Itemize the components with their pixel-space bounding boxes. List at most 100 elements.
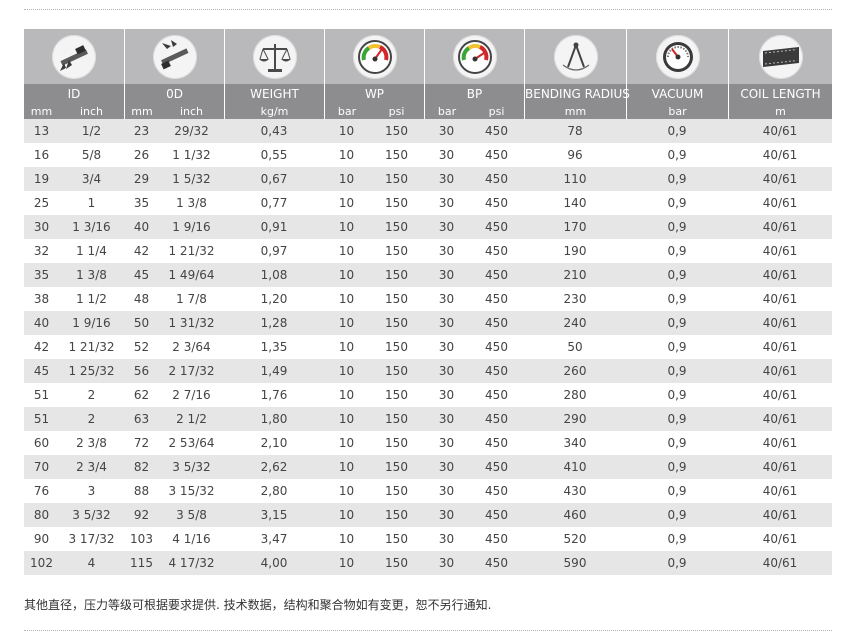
cell-id-mm: 32 <box>24 239 59 263</box>
cell-id-mm: 80 <box>24 503 59 527</box>
cell-bending-radius: 460 <box>524 503 626 527</box>
cell-vacuum: 0,9 <box>626 191 728 215</box>
cell-bending-radius: 290 <box>524 407 626 431</box>
cell-wp-bar: 10 <box>324 359 369 383</box>
cell-bending-radius: 210 <box>524 263 626 287</box>
icon-cell-od <box>124 29 224 84</box>
cell-id-inch: 1/2 <box>59 119 124 143</box>
cell-wp-psi: 150 <box>369 119 424 143</box>
cell-od-inch: 1 9/16 <box>159 215 224 239</box>
cell-wp-bar: 10 <box>324 431 369 455</box>
cell-wp-psi: 150 <box>369 239 424 263</box>
cell-wp-psi: 150 <box>369 191 424 215</box>
cell-od-mm: 48 <box>124 287 159 311</box>
table-row: 70 2 3/4 82 3 5/32 2,62 10 150 30 450 410 0,9 40/61 <box>24 455 832 479</box>
cell-vacuum: 0,9 <box>626 335 728 359</box>
cell-od-inch: 1 31/32 <box>159 311 224 335</box>
cell-wp-bar: 10 <box>324 311 369 335</box>
cell-id-inch: 3 5/32 <box>59 503 124 527</box>
cell-wp-psi: 150 <box>369 311 424 335</box>
cell-bending-radius: 140 <box>524 191 626 215</box>
cell-od-inch: 2 1/2 <box>159 407 224 431</box>
cell-od-inch: 1 49/64 <box>159 263 224 287</box>
cell-wp-bar: 10 <box>324 215 369 239</box>
cell-od-inch: 2 53/64 <box>159 431 224 455</box>
cell-od-mm: 45 <box>124 263 159 287</box>
table-row: 60 2 3/8 72 2 53/64 2,10 10 150 30 450 340 0,9 40/6… <box>24 431 832 455</box>
cell-bp-bar: 30 <box>424 359 469 383</box>
cell-vacuum: 0,9 <box>626 383 728 407</box>
cell-wp-bar: 10 <box>324 143 369 167</box>
cell-od-mm: 63 <box>124 407 159 431</box>
cell-wp-psi: 150 <box>369 503 424 527</box>
cell-id-inch: 1 25/32 <box>59 359 124 383</box>
cell-od-mm: 42 <box>124 239 159 263</box>
cell-wp-psi: 150 <box>369 527 424 551</box>
unit-row: mm inch mm inch kg/m bar psi bar psi mm … <box>24 103 832 119</box>
unit-coil-length: m <box>728 103 832 119</box>
cell-weight: 0,91 <box>224 215 324 239</box>
cell-wp-psi: 150 <box>369 359 424 383</box>
cell-id-inch: 1 3/16 <box>59 215 124 239</box>
cell-weight: 2,80 <box>224 479 324 503</box>
cell-bp-bar: 30 <box>424 287 469 311</box>
table-row: 35 1 3/8 45 1 49/64 1,08 10 150 30 450 210 0,9 40/6… <box>24 263 832 287</box>
cell-bp-psi: 450 <box>469 119 524 143</box>
cell-od-mm: 29 <box>124 167 159 191</box>
hose-spec-table: ID 0D WEIGHT WP BP BENDING RADIUS VACUUM… <box>24 29 832 575</box>
cell-id-mm: 51 <box>24 383 59 407</box>
cell-id-mm: 40 <box>24 311 59 335</box>
cell-bp-psi: 450 <box>469 167 524 191</box>
cell-bp-psi: 450 <box>469 455 524 479</box>
cell-coil-length: 40/61 <box>728 239 832 263</box>
cell-id-inch: 3/4 <box>59 167 124 191</box>
cell-bp-psi: 450 <box>469 479 524 503</box>
cell-id-mm: 35 <box>24 263 59 287</box>
column-header-vacuum: VACUUM <box>626 84 728 103</box>
cell-id-inch: 2 <box>59 407 124 431</box>
cell-od-mm: 82 <box>124 455 159 479</box>
cell-coil-length: 40/61 <box>728 431 832 455</box>
cell-wp-psi: 150 <box>369 479 424 503</box>
table-row: 40 1 9/16 50 1 31/32 1,28 10 150 30 450 240 0,9 40/… <box>24 311 832 335</box>
cell-id-inch: 5/8 <box>59 143 124 167</box>
unit-id-mm: mm <box>24 103 59 119</box>
cell-wp-bar: 10 <box>324 383 369 407</box>
cell-coil-length: 40/61 <box>728 479 832 503</box>
cell-bp-psi: 450 <box>469 503 524 527</box>
cell-bp-psi: 450 <box>469 335 524 359</box>
cell-od-mm: 62 <box>124 383 159 407</box>
cell-bp-psi: 450 <box>469 407 524 431</box>
cell-bp-bar: 30 <box>424 215 469 239</box>
cell-bp-psi: 450 <box>469 527 524 551</box>
cell-coil-length: 40/61 <box>728 551 832 575</box>
unit-bending-radius: mm <box>524 103 626 119</box>
cell-od-inch: 4 17/32 <box>159 551 224 575</box>
cell-id-inch: 2 <box>59 383 124 407</box>
table-row: 42 1 21/32 52 2 3/64 1,35 10 150 30 450 50 0,9 40/6… <box>24 335 832 359</box>
cell-bending-radius: 590 <box>524 551 626 575</box>
cell-bp-psi: 450 <box>469 143 524 167</box>
cell-bending-radius: 340 <box>524 431 626 455</box>
cell-vacuum: 0,9 <box>626 503 728 527</box>
cell-od-inch: 29/32 <box>159 119 224 143</box>
cell-wp-bar: 10 <box>324 239 369 263</box>
icon-cell-vacuum <box>626 29 728 84</box>
cell-coil-length: 40/61 <box>728 167 832 191</box>
unit-vacuum: bar <box>626 103 728 119</box>
cell-wp-bar: 10 <box>324 455 369 479</box>
cell-bp-psi: 450 <box>469 431 524 455</box>
cell-od-inch: 3 15/32 <box>159 479 224 503</box>
column-header-bending-radius: BENDING RADIUS <box>524 84 630 103</box>
cell-weight: 0,67 <box>224 167 324 191</box>
cell-id-mm: 70 <box>24 455 59 479</box>
cell-bending-radius: 190 <box>524 239 626 263</box>
table-row: 90 3 17/32 103 4 1/16 3,47 10 150 30 450 520 0,9 40… <box>24 527 832 551</box>
top-divider <box>24 9 832 10</box>
icon-cell-bp <box>424 29 524 84</box>
cell-wp-psi: 150 <box>369 455 424 479</box>
cell-id-inch: 1 21/32 <box>59 335 124 359</box>
cell-coil-length: 40/61 <box>728 335 832 359</box>
cell-od-mm: 26 <box>124 143 159 167</box>
cell-wp-bar: 10 <box>324 479 369 503</box>
